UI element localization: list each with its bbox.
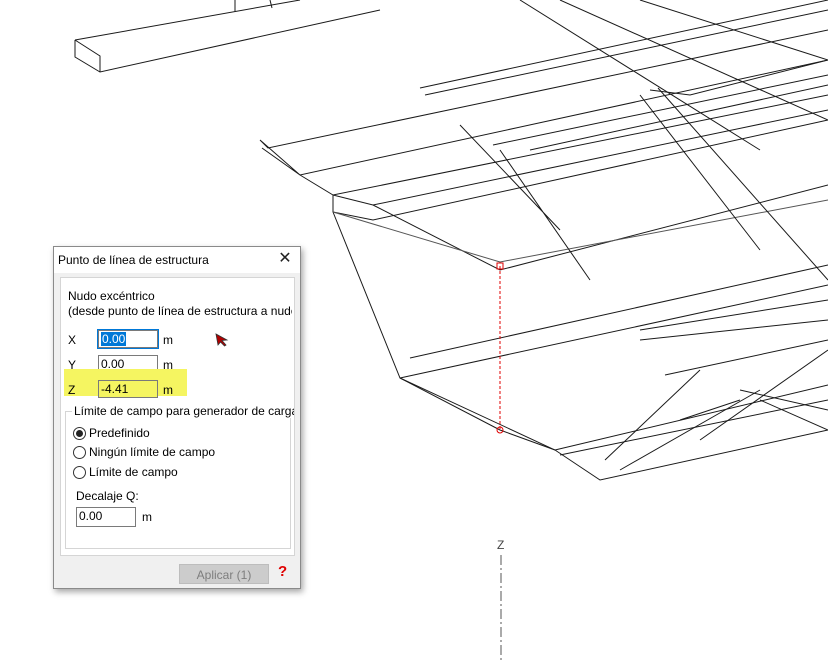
dialog-punto-linea-estructura: Punto de línea de estructura ✕ Nudo excé… — [53, 246, 301, 589]
x-label: X — [68, 333, 77, 347]
z-axis-label: Z — [497, 538, 504, 552]
radio-limite-campo[interactable] — [73, 466, 86, 479]
radio-predefinido[interactable] — [73, 427, 86, 440]
radio-ningun-limite[interactable] — [73, 446, 86, 459]
dialog-title: Punto de línea de estructura — [58, 253, 209, 267]
offset-value: 0.00 — [79, 509, 103, 523]
z-label: Z — [68, 383, 76, 397]
x-field[interactable]: 0.00 — [97, 329, 159, 349]
dialog-titlebar[interactable]: Punto de línea de estructura ✕ — [54, 247, 300, 273]
option-predefinido[interactable]: Predefinido — [89, 426, 150, 440]
option-limite-campo[interactable]: Límite de campo — [89, 465, 178, 479]
close-icon[interactable]: ✕ — [276, 250, 294, 268]
dialog-panel: Nudo excéntrico (desde punto de línea de… — [60, 277, 295, 556]
z-unit: m — [163, 383, 173, 397]
apply-button[interactable]: Aplicar (1) — [179, 564, 269, 584]
offset-field[interactable]: 0.00 — [76, 507, 136, 527]
z-field[interactable]: -4.41 — [98, 380, 158, 398]
section-subtitle: (desde punto de línea de estructura a nu… — [68, 304, 292, 318]
x-unit: m — [163, 333, 173, 347]
help-icon[interactable]: ? — [278, 563, 287, 580]
offset-label: Decalaje Q: — [76, 489, 139, 503]
section-title: Nudo excéntrico — [68, 289, 155, 303]
mouse-cursor-icon — [215, 333, 229, 347]
group-title: Límite de campo para generador de carga — [72, 404, 294, 418]
offset-unit: m — [142, 510, 152, 524]
option-ningun-limite[interactable]: Ningún límite de campo — [89, 445, 215, 459]
z-value: -4.41 — [101, 382, 129, 396]
x-value: 0.00 — [101, 332, 127, 346]
